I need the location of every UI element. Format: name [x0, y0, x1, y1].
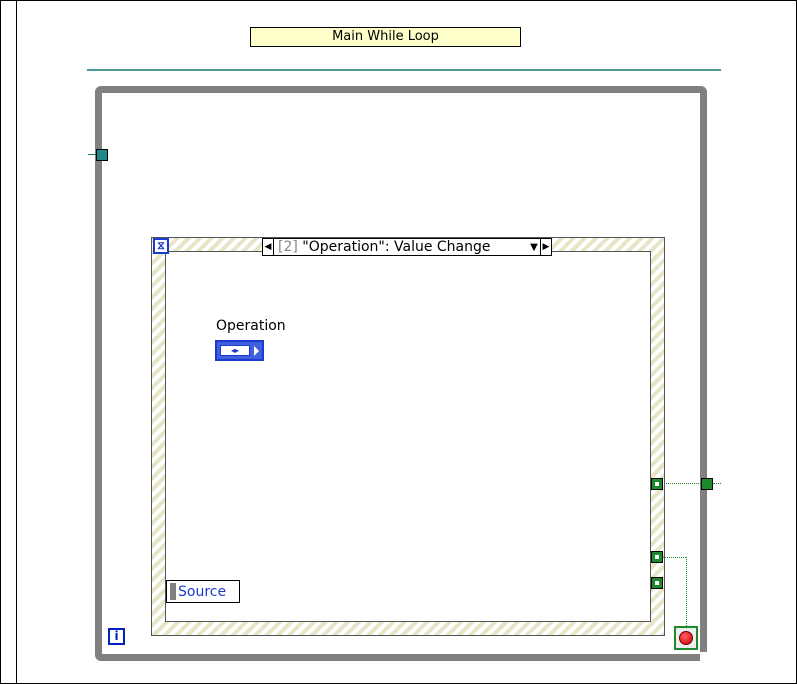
previous-case-arrow[interactable]: ◀ — [263, 239, 274, 255]
event-data-node[interactable]: Source — [166, 580, 240, 603]
boolean-wire-right[interactable] — [662, 483, 701, 484]
loop-label[interactable]: Main While Loop — [250, 27, 521, 47]
event-case-name: "Operation": Value Change — [302, 239, 491, 255]
next-case-arrow[interactable]: ▶ — [540, 239, 551, 255]
event-structure-diagram[interactable] — [165, 251, 651, 622]
teal-wire-top[interactable] — [87, 69, 721, 71]
right-tunnel[interactable] — [701, 478, 713, 490]
event-case-label[interactable]: [2] "Operation": Value Change — [274, 239, 528, 255]
chevron-down-icon[interactable]: ▼ — [528, 242, 540, 253]
hourglass-icon[interactable]: ⧖ — [153, 238, 169, 254]
left-tunnel-wire[interactable] — [88, 154, 96, 155]
event-data-node-bar — [170, 583, 176, 600]
stop-wire-vertical[interactable] — [686, 557, 687, 626]
event-output-terminal-3[interactable] — [651, 577, 663, 589]
event-case-selector[interactable]: ◀ [2] "Operation": Value Change ▼ ▶ — [262, 238, 552, 256]
event-structure[interactable] — [151, 237, 665, 636]
loop-frame-gap — [700, 652, 716, 664]
stop-icon — [679, 631, 693, 645]
event-data-source[interactable]: Source — [178, 584, 226, 600]
event-case-index: [2] — [278, 239, 298, 255]
left-tunnel[interactable] — [96, 149, 108, 161]
enum-icon: ◂▸ — [220, 345, 250, 356]
stop-wire-horizontal[interactable] — [662, 557, 686, 558]
event-output-terminal-1[interactable] — [651, 478, 663, 490]
terminal-arrow-icon — [254, 346, 259, 356]
operation-control-terminal[interactable]: ◂▸ — [215, 340, 264, 361]
operation-control-label[interactable]: Operation — [216, 318, 286, 334]
frame-left-edge — [16, 0, 17, 684]
iteration-terminal[interactable]: i — [108, 628, 125, 645]
boolean-wire-right-out[interactable] — [713, 483, 721, 484]
stop-terminal[interactable] — [674, 626, 698, 650]
